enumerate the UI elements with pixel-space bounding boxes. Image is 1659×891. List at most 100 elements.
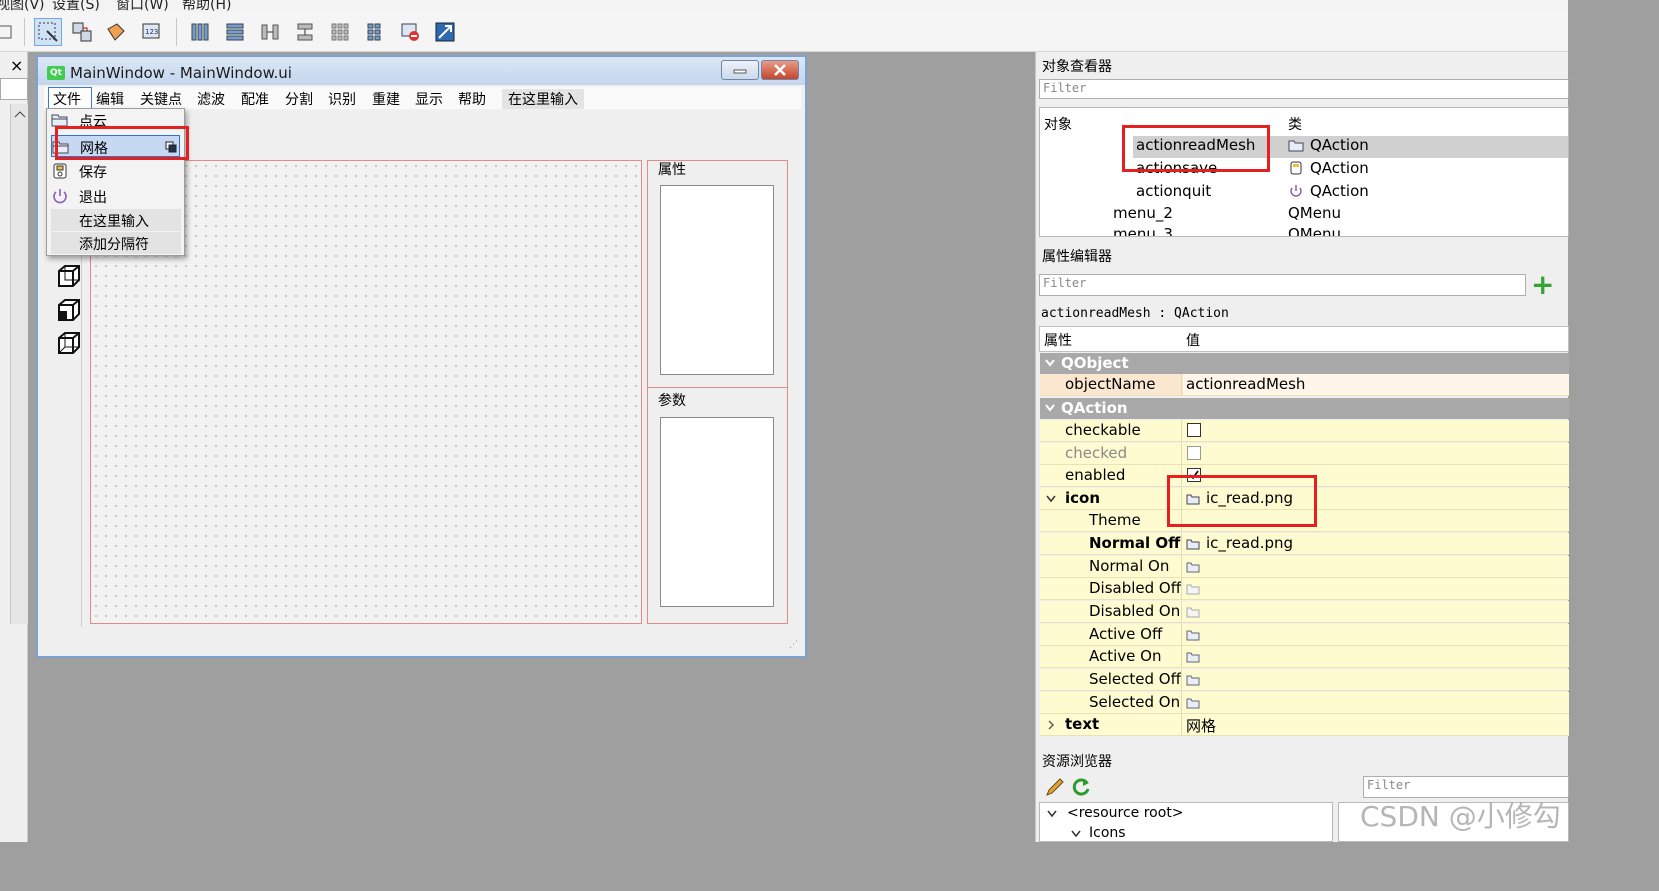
prop-selected-off[interactable]: Selected Off [1040, 669, 1569, 691]
property-editor-title: 属性编辑器 [1042, 249, 1112, 265]
folder-open-icon [1288, 140, 1304, 152]
power-icon [53, 189, 67, 204]
menu-item-save[interactable]: 保存 [47, 160, 184, 182]
form-menu-reconstruction[interactable]: 重建 [372, 89, 400, 109]
property-header: 属性 值 [1039, 326, 1569, 352]
form-menu-type-here[interactable]: 在这里输入 [502, 89, 584, 109]
resize-grip-icon[interactable]: ⋰ [789, 640, 799, 650]
reload-icon[interactable] [1070, 776, 1092, 798]
adjust-size-icon[interactable] [431, 18, 459, 46]
properties-view[interactable] [660, 185, 774, 375]
form-titlebar[interactable]: Qt MainWindow - MainWindow.ui [38, 57, 805, 85]
prop-active-on[interactable]: Active On [1040, 646, 1569, 668]
prop-normal-off[interactable]: Normal Off ic_read.png [1040, 533, 1569, 555]
resource-tree[interactable]: <resource root> Icons [1039, 802, 1333, 842]
class-cell: QMenu [1288, 204, 1341, 222]
prop-checked[interactable]: checked [1040, 443, 1569, 465]
object-row[interactable]: actionreadMesh [1136, 136, 1255, 158]
object-tree[interactable]: 对象 类 actionreadMesh QAction actionsave Q… [1039, 107, 1569, 237]
dock-widget-area[interactable]: 属性 参数 [647, 160, 788, 624]
toolbar-prev-icon[interactable] [0, 18, 20, 46]
layout-vertical-icon[interactable] [221, 18, 249, 46]
edit-signals-icon[interactable] [68, 18, 96, 46]
parameters-view[interactable] [660, 417, 774, 607]
break-layout-icon[interactable] [396, 18, 424, 46]
layout-h-splitter-icon[interactable] [256, 18, 284, 46]
resource-icons-folder[interactable]: Icons [1089, 825, 1126, 841]
resource-root[interactable]: <resource root> [1067, 805, 1184, 821]
prop-object-name[interactable]: objectName actionreadMesh [1040, 374, 1569, 396]
widget-box-scrollbar[interactable] [10, 104, 28, 624]
chevron-down-icon [1071, 830, 1081, 838]
prop-normal-on[interactable]: Normal On [1040, 556, 1569, 578]
form-menu-file[interactable]: 文件 [53, 89, 81, 109]
menu-window[interactable]: 窗口(W) [116, 0, 169, 12]
cube-solid-icon[interactable] [56, 263, 82, 289]
checked-checkbox[interactable] [1187, 446, 1201, 460]
svg-text:123: 123 [145, 28, 158, 36]
minimize-button[interactable] [721, 60, 759, 80]
cube-wire-icon[interactable] [56, 330, 82, 356]
form-menu-filter[interactable]: 滤波 [197, 89, 225, 109]
form-menu-keypoints[interactable]: 关键点 [140, 89, 182, 109]
object-row[interactable]: menu_2 [1113, 204, 1173, 226]
column-value: 值 [1186, 333, 1200, 349]
menu-item-add-separator[interactable]: 添加分隔符 [51, 232, 181, 254]
prop-theme[interactable]: Theme [1040, 510, 1569, 532]
prop-enabled[interactable]: enabled [1040, 465, 1569, 487]
menu-item-type-here[interactable]: 在这里输入 [51, 209, 181, 231]
layout-grid-icon[interactable] [326, 18, 354, 46]
object-filter-input[interactable]: Filter [1039, 79, 1569, 99]
menu-item-point-cloud[interactable]: 点云 [47, 109, 184, 131]
form-menu-recognition[interactable]: 识别 [328, 89, 356, 109]
designer-toolbar: 123 [0, 12, 1568, 52]
menu-view[interactable]: 视图(V) [0, 0, 45, 12]
edit-widgets-icon[interactable] [34, 18, 62, 46]
edit-buddies-icon[interactable] [102, 18, 130, 46]
close-window-button[interactable] [761, 60, 799, 80]
object-row[interactable]: actionsave [1136, 159, 1217, 181]
close-icon[interactable]: × [10, 56, 23, 75]
toolbar-separator [176, 18, 177, 46]
layout-form-icon[interactable] [361, 18, 389, 46]
prop-checkable[interactable]: checkable [1040, 420, 1569, 442]
scroll-up-icon[interactable] [12, 108, 28, 120]
resource-browser-title: 资源浏览器 [1042, 754, 1112, 770]
form-menu-registration[interactable]: 配准 [241, 89, 269, 109]
menu-settings[interactable]: 设置(S) [52, 0, 100, 12]
folder-open-icon [1186, 607, 1200, 618]
widget-filter-input[interactable] [0, 78, 28, 100]
object-row[interactable]: menu_3 [1113, 225, 1173, 236]
property-filter-input[interactable]: Filter [1039, 274, 1526, 296]
prop-disabled-on[interactable]: Disabled On [1040, 601, 1569, 623]
enabled-checkbox[interactable] [1187, 468, 1201, 482]
form-menu-help[interactable]: 帮助 [458, 89, 486, 109]
group-qobject[interactable]: QObject [1040, 353, 1569, 374]
layout-horizontal-icon[interactable] [186, 18, 214, 46]
prop-disabled-off[interactable]: Disabled Off [1040, 578, 1569, 600]
object-row[interactable]: actionquit [1136, 182, 1211, 204]
menu-item-mesh[interactable]: 网格 [51, 135, 180, 157]
class-cell: QMenu [1288, 225, 1341, 237]
edit-tab-order-icon[interactable]: 123 [138, 18, 166, 46]
menu-item-quit[interactable]: 退出 [47, 185, 184, 207]
form-menu-edit[interactable]: 编辑 [96, 89, 124, 109]
power-icon [1290, 185, 1302, 197]
form-menu-display[interactable]: 显示 [415, 89, 443, 109]
prop-selected-on[interactable]: Selected On [1040, 692, 1569, 714]
prop-active-off[interactable]: Active Off [1040, 624, 1569, 646]
checkable-checkbox[interactable] [1187, 423, 1201, 437]
dock-title-parameters: 参数 [658, 393, 686, 409]
menu-help[interactable]: 帮助(H) [182, 0, 231, 12]
prop-icon[interactable]: icon ic_read.png [1040, 488, 1569, 510]
folder-open-icon [1186, 562, 1200, 573]
add-property-icon[interactable]: + [1531, 268, 1554, 301]
layout-v-splitter-icon[interactable] [291, 18, 319, 46]
save-icon [53, 163, 67, 179]
cube-half-icon[interactable] [56, 297, 82, 323]
group-qaction[interactable]: QAction [1040, 398, 1569, 419]
prop-text[interactable]: text 网格 [1040, 714, 1569, 736]
edit-pencil-icon[interactable] [1044, 776, 1066, 798]
form-menu-segmentation[interactable]: 分割 [285, 89, 313, 109]
close-icon [774, 64, 786, 76]
